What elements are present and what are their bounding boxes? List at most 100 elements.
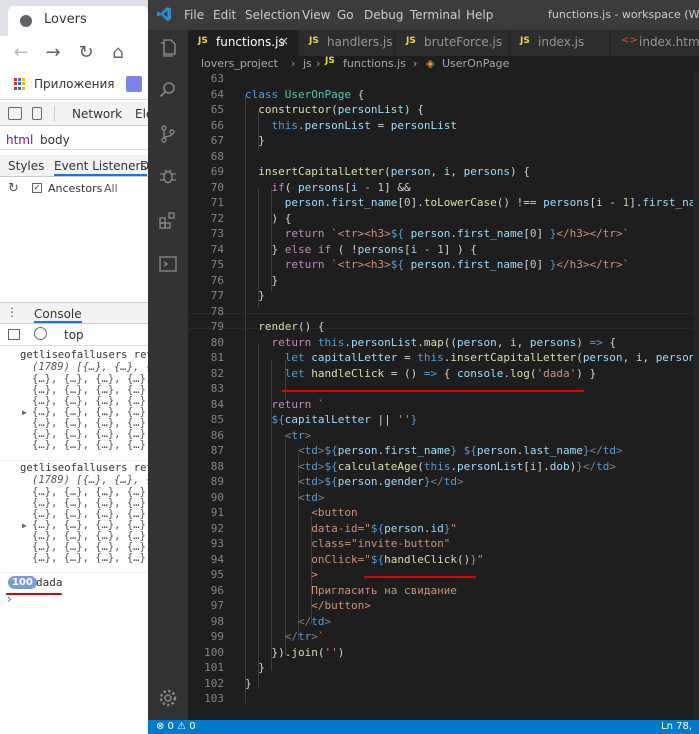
code-token: ( — [417, 459, 424, 473]
device-toggle-icon[interactable] — [32, 107, 42, 120]
js-file-icon: JS — [520, 36, 530, 46]
tab-styles[interactable]: Styles — [8, 159, 44, 173]
code-token: else if — [284, 242, 332, 256]
tab-elements[interactable]: Ele — [135, 107, 148, 121]
tab-index-html[interactable]: <> index.html — [611, 30, 699, 56]
line-number: 94 — [210, 552, 224, 566]
tab-dom-breakpoints[interactable]: D — [140, 159, 148, 173]
bookmark-icon[interactable] — [126, 76, 142, 92]
all-label[interactable]: All — [104, 182, 118, 195]
crumb-body[interactable]: body — [40, 133, 70, 147]
line-number: 100 — [204, 645, 224, 659]
code-line: return `<tr><h3>${ person.first_name[0] … — [245, 258, 629, 271]
expand-triangle-icon[interactable]: ▶ — [22, 520, 27, 532]
menu-view[interactable]: View — [302, 8, 330, 22]
code-token: </ — [284, 630, 298, 643]
back-arrow-icon[interactable]: ← — [10, 42, 32, 63]
log-summary[interactable]: (1789) [{…}, {…}, {… — [32, 361, 148, 374]
tab-handlers-js[interactable]: JS handlers.js — [299, 30, 395, 56]
code-editor[interactable]: 63 64 class UserOnPage {65 constructor(per… — [188, 72, 699, 720]
ancestors-checkbox[interactable]: ✓ — [32, 183, 42, 193]
code-token: this — [417, 351, 444, 364]
code-token: " — [450, 521, 457, 535]
code-token: ) { — [245, 211, 292, 225]
code-token: . — [450, 258, 457, 271]
code-token: first_name — [456, 258, 524, 271]
more-vert-icon[interactable]: ⋮ — [6, 305, 18, 319]
line-number: 75 — [210, 258, 224, 271]
menu-go[interactable]: Go — [337, 8, 354, 22]
breadcrumb-file[interactable]: functions.js — [343, 57, 406, 70]
code-token: td — [304, 444, 318, 457]
forward-arrow-icon[interactable]: → — [42, 42, 64, 63]
problems-indicator[interactable]: ⊗ 0 ⚠ 0 — [156, 720, 196, 734]
crumb-html[interactable]: html — [6, 133, 33, 147]
code-token: , — [622, 351, 636, 364]
tab-bruteforce-js[interactable]: JS bruteForce.js — [396, 30, 509, 56]
menu-help[interactable]: Help — [466, 8, 493, 22]
line-number: 88 — [210, 459, 224, 473]
code-token: = () — [384, 366, 424, 380]
breadcrumb-symbol[interactable]: UserOnPage — [442, 57, 509, 70]
cursor-position[interactable]: Ln 78, C — [661, 720, 699, 734]
log-summary[interactable]: (1789) [{…}, {…}, {… — [32, 474, 148, 487]
tab-functions-js[interactable]: JS functions.js × — [188, 30, 298, 56]
breadcrumb-folder[interactable]: js — [303, 57, 312, 70]
code-token: `<tr><h3> — [331, 227, 391, 240]
close-icon[interactable]: × — [279, 34, 289, 48]
code-token: ${ — [390, 227, 404, 240]
divider — [54, 106, 55, 122]
menu-debug[interactable]: Debug — [364, 8, 403, 22]
line-number: 81 — [210, 351, 224, 364]
context-selector[interactable]: top — [64, 328, 84, 342]
code-line: onClick="${handleClick()}" — [245, 553, 483, 566]
extensions-icon[interactable] — [158, 210, 178, 230]
code-token: > — [324, 614, 332, 628]
code-line: Пригласить на свидание — [245, 584, 457, 597]
code-token: } — [245, 289, 265, 302]
apps-grid-icon[interactable] — [14, 78, 26, 90]
apps-bookmark-label[interactable]: Приложения — [34, 77, 115, 91]
expand-triangle-icon[interactable]: ▶ — [22, 407, 27, 419]
code-token: personList — [351, 335, 418, 349]
debug-icon[interactable] — [158, 166, 178, 186]
reload-icon[interactable]: ↻ — [75, 42, 97, 63]
browser-tabstrip: Lovers — [0, 0, 148, 36]
code-token: ( — [576, 351, 583, 364]
explorer-icon[interactable] — [158, 38, 178, 58]
browser-tab[interactable]: Lovers — [8, 6, 148, 36]
menu-edit[interactable]: Edit — [213, 8, 236, 22]
refresh-icon[interactable]: ↻ — [8, 181, 19, 196]
menu-terminal[interactable]: Terminal — [410, 8, 461, 22]
gear-icon[interactable] — [158, 688, 178, 708]
line-number: 73 — [210, 227, 224, 240]
code-token: { — [437, 366, 457, 380]
tab-event-listeners[interactable]: Event Listeners — [54, 159, 147, 176]
code-token: < — [297, 444, 305, 457]
code-line: } — [245, 274, 278, 287]
tab-console[interactable]: Console — [34, 307, 82, 323]
clear-console-icon[interactable] — [34, 327, 47, 340]
menu-file[interactable]: File — [184, 8, 204, 22]
inspect-element-icon[interactable] — [8, 107, 22, 120]
code-token: ` — [317, 397, 325, 411]
breadcrumb-folder[interactable]: lovers_project — [201, 57, 278, 70]
sidebar-toggle-icon[interactable] — [8, 329, 20, 340]
vertical-scrollbar[interactable] — [693, 72, 699, 720]
search-icon[interactable] — [158, 80, 178, 100]
remote-explorer-icon[interactable] — [158, 254, 178, 274]
home-icon[interactable]: ⌂ — [107, 42, 129, 63]
code-token: td — [304, 490, 318, 504]
menu-selection[interactable]: Selection — [245, 8, 300, 22]
divider — [0, 572, 148, 573]
code-token: handleClick — [311, 366, 385, 380]
source-control-icon[interactable] — [158, 124, 178, 144]
code-token: td — [304, 475, 318, 488]
tab-index-js[interactable]: JS index.js — [510, 30, 610, 56]
tab-network[interactable]: Network — [72, 107, 122, 121]
console-prompt[interactable]: › — [7, 592, 12, 606]
